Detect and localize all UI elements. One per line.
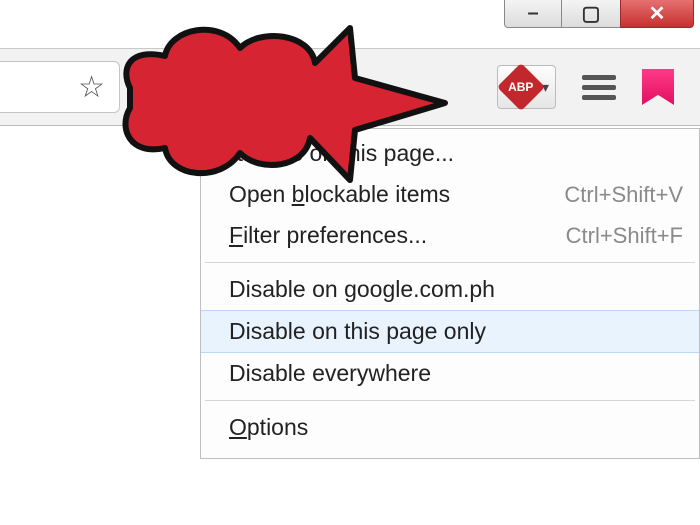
abp-context-menu: rt issue on this page... Open blockable … bbox=[200, 128, 700, 459]
hamburger-icon bbox=[582, 75, 616, 80]
window-minimize-button[interactable]: – bbox=[504, 0, 562, 28]
menu-item-report-issue[interactable]: rt issue on this page... bbox=[201, 133, 699, 174]
menu-item-options[interactable]: Options bbox=[201, 407, 699, 448]
menu-separator bbox=[205, 262, 695, 263]
address-bar[interactable]: ☆ bbox=[0, 61, 120, 113]
pocket-bookmark-icon[interactable] bbox=[642, 69, 674, 105]
adblock-plus-button[interactable]: ABP ▾ bbox=[497, 65, 556, 109]
shortcut-label: Ctrl+Shift+V bbox=[564, 182, 683, 208]
maximize-icon: ▢ bbox=[582, 1, 601, 26]
menu-item-disable-domain[interactable]: Disable on google.com.ph bbox=[201, 269, 699, 310]
menu-item-open-blockable[interactable]: Open blockable items Ctrl+Shift+V bbox=[201, 174, 699, 215]
window-maximize-button[interactable]: ▢ bbox=[562, 0, 620, 28]
minimize-icon: – bbox=[527, 2, 538, 25]
close-icon: ✕ bbox=[649, 1, 666, 26]
menu-item-disable-everywhere[interactable]: Disable everywhere bbox=[201, 353, 699, 394]
menu-separator bbox=[205, 400, 695, 401]
menu-button[interactable] bbox=[582, 70, 616, 105]
abp-icon: ABP bbox=[497, 63, 545, 111]
shortcut-label: Ctrl+Shift+F bbox=[566, 223, 683, 249]
menu-item-disable-page[interactable]: Disable on this page only bbox=[201, 310, 699, 353]
window-close-button[interactable]: ✕ bbox=[620, 0, 694, 28]
menu-item-filter-preferences[interactable]: Filter preferences... Ctrl+Shift+F bbox=[201, 215, 699, 256]
browser-toolbar: ☆ ABP ▾ bbox=[0, 48, 700, 126]
bookmark-star-icon[interactable]: ☆ bbox=[78, 70, 105, 105]
